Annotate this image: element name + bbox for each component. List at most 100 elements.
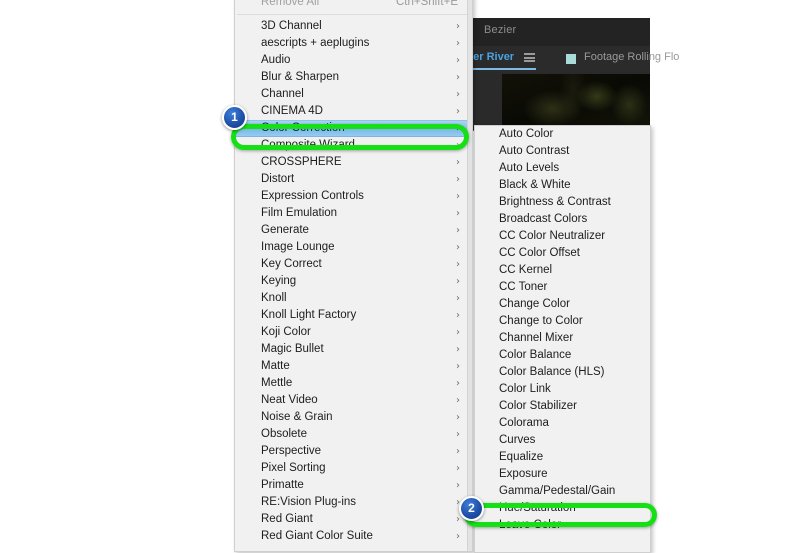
submenu-item[interactable]: Exposure [475,466,650,483]
menu-item[interactable]: Audio › [235,52,472,69]
chevron-right-icon: › [456,157,460,168]
submenu-item-label: Color Balance (HLS) [499,366,605,378]
submenu-item[interactable]: Hue/Saturation [475,500,650,517]
tab-active-underline [464,68,536,70]
submenu-item[interactable]: Broadcast Colors [475,211,650,228]
chevron-right-icon: › [456,463,460,474]
submenu-item[interactable]: Color Balance [475,347,650,364]
menu-item[interactable]: Image Lounge › [235,239,472,256]
panel-menu-icon[interactable] [524,53,535,62]
menu-item[interactable]: CROSSPHERE › [235,154,472,171]
chevron-right-icon: › [456,480,460,491]
submenu-item[interactable]: Colorama [475,415,650,432]
chevron-right-icon: › [456,293,460,304]
submenu-item[interactable]: CC Toner [475,279,650,296]
menu-item[interactable]: Knoll Light Factory › [235,307,472,324]
menu-item[interactable]: Koji Color › [235,324,472,341]
menu-item[interactable]: 3D Channel › [235,18,472,35]
menu-item[interactable]: Generate › [235,222,472,239]
submenu-item[interactable]: CC Kernel [475,262,650,279]
submenu-item-label: Curves [499,434,536,446]
panel-tab-bar: ver River Footage Rolling Flo [464,46,679,73]
menu-item[interactable]: Expression Controls › [235,188,472,205]
menu-item[interactable]: Channel › [235,86,472,103]
menu-item[interactable]: RE:Vision Plug-ins › [235,494,472,511]
menu-item[interactable]: Red Giant › [235,511,472,528]
submenu-item-label: Color Stabilizer [499,400,577,412]
chevron-right-icon: › [456,446,460,457]
submenu-item-label: Black & White [499,179,571,191]
chevron-right-icon: › [456,191,460,202]
submenu-item-label: Auto Levels [499,162,560,174]
submenu-item[interactable]: Change Color [475,296,650,313]
submenu-item-label: CC Color Neutralizer [499,230,606,242]
footage-thumbnail [502,74,650,130]
menu-item[interactable]: CINEMA 4D › [235,103,472,120]
menu-item[interactable]: Perspective › [235,443,472,460]
tab-footage-label[interactable]: Footage Rolling Flo [584,51,679,63]
submenu-item[interactable]: Curves [475,432,650,449]
submenu-item-label: Channel Mixer [499,332,574,344]
chevron-right-icon: › [456,259,460,270]
chevron-right-icon: › [456,89,460,100]
submenu-item-label: Change to Color [499,315,583,327]
menu-item-label: Matte [261,360,290,372]
menu-item-label: Koji Color [261,326,311,338]
menu-item[interactable]: Knoll › [235,290,472,307]
submenu-item[interactable]: Change to Color [475,313,650,330]
menu-item[interactable]: Red Giant Color Suite › [235,528,472,545]
submenu-scroll-area: Auto Color Auto Contrast Auto Levels Black … [475,126,650,552]
menu-item-label: Image Lounge [261,241,335,253]
menu-item-label: aescripts + aeplugins [261,37,370,49]
menu-item-label: Composite Wizard [261,139,355,151]
menu-item[interactable]: Matte › [235,358,472,375]
menu-item[interactable]: Noise & Grain › [235,409,472,426]
submenu-item[interactable]: Black & White [475,177,650,194]
menu-item[interactable]: Mettle › [235,375,472,392]
menu-item[interactable]: Pixel Sorting › [235,460,472,477]
menu-item[interactable]: Neat Video › [235,392,472,409]
submenu-item[interactable]: Channel Mixer [475,330,650,347]
menu-item[interactable]: aescripts + aeplugins › [235,35,472,52]
menu-item[interactable]: Magic Bullet › [235,341,472,358]
submenu-item[interactable]: Auto Color [475,126,650,143]
bezier-panel-bar: Bezier [464,18,650,47]
menu-item[interactable]: Blur & Sharpen › [235,69,472,86]
submenu-item[interactable]: Auto Contrast [475,143,650,160]
menu-item[interactable]: Composite Wizard › [235,137,472,154]
menu-item-label: Red Giant [261,513,313,525]
submenu-item-label: Auto Color [499,128,554,140]
menu-item-label: Expression Controls [261,190,364,202]
menu-item[interactable]: Distort › [235,171,472,188]
chevron-right-icon: › [456,429,460,440]
menu-item[interactable]: Obsolete › [235,426,472,443]
chevron-right-icon: › [456,531,460,542]
menu-item[interactable]: Key Correct › [235,256,472,273]
chevron-right-icon: › [456,72,460,83]
submenu-item-label: Exposure [499,468,548,480]
submenu-item[interactable]: Leave Color [475,517,650,534]
submenu-item-label: CC Kernel [499,264,553,276]
submenu-item[interactable]: Color Balance (HLS) [475,364,650,381]
submenu-item[interactable]: Auto Levels [475,160,650,177]
submenu-item[interactable]: Equalize [475,449,650,466]
submenu-item[interactable]: CC Color Neutralizer [475,228,650,245]
menu-item-remove-all: Remove All Ctrl+Shift+E [235,0,472,11]
color-correction-submenu[interactable]: Auto Color Auto Contrast Auto Levels Black … [474,125,651,553]
menu-item[interactable]: Color Correction › [235,120,472,137]
chevron-right-icon: › [456,242,460,253]
menu-item-label: Magic Bullet [261,343,324,355]
menu-item[interactable]: Keying › [235,273,472,290]
menu-item[interactable]: Primatte › [235,477,472,494]
tab-river-label[interactable]: ver River [467,51,514,63]
effect-category-menu[interactable]: Remove All Ctrl+Shift+E 3D Channel › aescrip… [234,0,473,552]
submenu-item[interactable]: Color Stabilizer [475,398,650,415]
submenu-item[interactable]: Color Link [475,381,650,398]
submenu-item[interactable]: Brightness & Contrast [475,194,650,211]
menu-item-label: Color Correction [261,122,345,134]
submenu-item[interactable]: CC Color Offset [475,245,650,262]
menu-scrollbar[interactable] [467,0,472,551]
submenu-item[interactable]: Gamma/Pedestal/Gain [475,483,650,500]
menu-item[interactable]: Film Emulation › [235,205,472,222]
menu-item-label: Red Giant Color Suite [261,530,373,542]
